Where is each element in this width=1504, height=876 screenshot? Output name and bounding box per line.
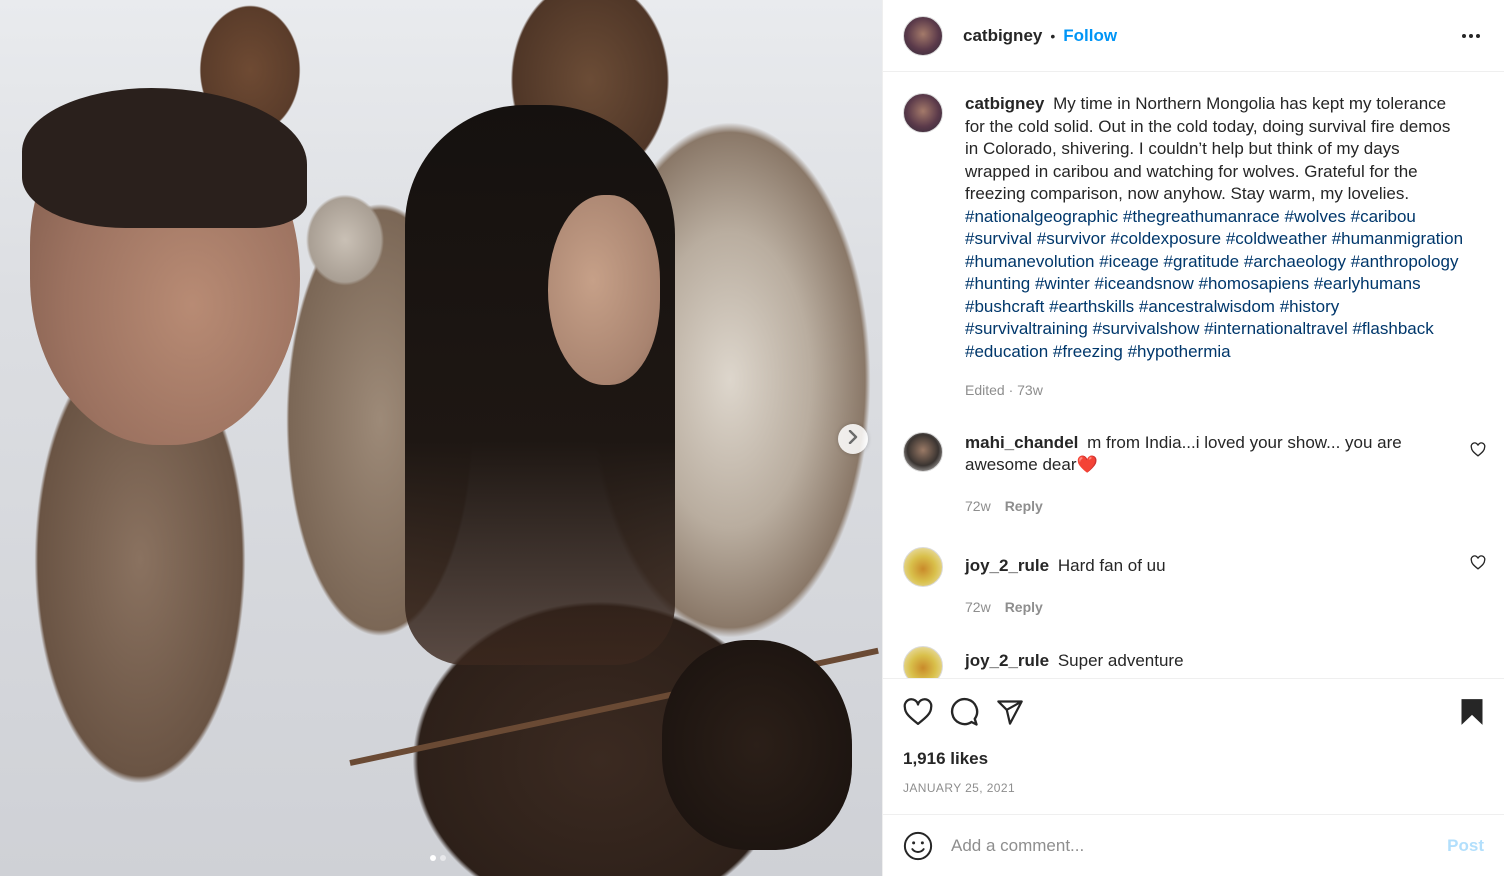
carousel-dot-active: [430, 855, 436, 861]
caption-meta: Edited · 73w: [965, 382, 1043, 398]
commenter-username[interactable]: joy_2_rule: [965, 556, 1049, 575]
hashtag-link[interactable]: #ancestralwisdom: [1139, 297, 1275, 316]
post-photo[interactable]: [0, 0, 882, 876]
comment-age: 72w: [965, 598, 991, 615]
comment-text: Hard fan of uu: [1053, 556, 1166, 575]
post-side-panel: catbigney • Follow catbigney My time in …: [882, 0, 1504, 876]
hashtag-link[interactable]: #archaeology: [1244, 252, 1346, 271]
carousel-dot: [440, 855, 446, 861]
hashtag-link[interactable]: #thegreathumanrace: [1123, 207, 1280, 226]
hashtag-link[interactable]: #survivalshow: [1093, 319, 1200, 338]
hashtag-link[interactable]: #anthropology: [1351, 252, 1459, 271]
photo-mitten: [662, 640, 852, 850]
more-icon: [1462, 33, 1466, 38]
hashtag-link[interactable]: #flashback: [1352, 319, 1433, 338]
author-avatar[interactable]: [903, 15, 943, 56]
commenter-username[interactable]: joy_2_rule: [965, 651, 1049, 670]
commenter-avatar[interactable]: [903, 431, 943, 472]
header-separator: •: [1050, 27, 1056, 44]
comment-text: Super adventure: [1053, 651, 1184, 670]
post-date[interactable]: JANUARY 25, 2021: [903, 781, 1484, 795]
comment-item: joy_2_rule Super adventure: [903, 646, 1484, 678]
commenter-avatar[interactable]: [903, 646, 943, 678]
hashtag-link[interactable]: #internationaltravel: [1204, 319, 1348, 338]
hashtag-link[interactable]: #education: [965, 342, 1048, 361]
hashtag-link[interactable]: #iceage: [1099, 252, 1159, 271]
post-header: catbigney • Follow: [883, 0, 1504, 72]
comment-composer: Post: [883, 814, 1504, 876]
follow-button[interactable]: Follow: [1063, 26, 1117, 46]
hashtag-link[interactable]: #hunting: [965, 274, 1030, 293]
comments-list[interactable]: catbigney My time in Northern Mongolia h…: [883, 73, 1504, 678]
hashtag-link[interactable]: #earthskills: [1049, 297, 1134, 316]
hashtag-link[interactable]: #humanmigration: [1332, 229, 1463, 248]
hashtag-link[interactable]: #coldexposure: [1111, 229, 1222, 248]
more-icon-dot: [1476, 33, 1480, 38]
comment-item: mahi_chandel m from India...i loved your…: [903, 431, 1486, 518]
reply-button[interactable]: Reply: [1005, 495, 1043, 518]
hashtag-link[interactable]: #homosapiens: [1199, 274, 1310, 293]
hashtag-link[interactable]: #nationalgeographic: [965, 207, 1118, 226]
heart-icon[interactable]: [903, 698, 933, 726]
comment-age: 72w: [965, 497, 991, 514]
emoji-icon[interactable]: [903, 831, 933, 861]
hashtag-link[interactable]: #coldweather: [1226, 229, 1327, 248]
carousel-next-button[interactable]: [838, 424, 868, 454]
hashtag-link[interactable]: #freezing: [1053, 342, 1123, 361]
caption-username[interactable]: catbigney: [965, 94, 1044, 113]
author-username[interactable]: catbigney: [963, 26, 1042, 46]
hashtag-link[interactable]: #humanevolution: [965, 252, 1094, 271]
chevron-right-icon: [847, 429, 859, 449]
commenter-username[interactable]: mahi_chandel: [965, 433, 1078, 452]
carousel-indicator: [430, 855, 446, 861]
like-comment-heart-icon[interactable]: [1470, 441, 1486, 462]
caption-avatar[interactable]: [903, 93, 943, 133]
caption: catbigney My time in Northern Mongolia h…: [903, 93, 1484, 402]
hashtag-link[interactable]: #survival: [965, 229, 1032, 248]
likes-count[interactable]: 1,916 likes: [903, 749, 1484, 769]
more-options-button[interactable]: [1458, 28, 1484, 44]
bookmark-icon[interactable]: [1460, 698, 1484, 726]
post-actions: 1,916 likes JANUARY 25, 2021: [883, 678, 1504, 814]
photo-woman-face: [548, 195, 660, 385]
hashtag-link[interactable]: #earlyhumans: [1314, 274, 1421, 293]
hashtag-link[interactable]: #winter: [1035, 274, 1090, 293]
commenter-avatar[interactable]: [903, 547, 943, 587]
hashtag-link[interactable]: #history: [1280, 297, 1340, 316]
reply-button[interactable]: Reply: [1005, 596, 1043, 619]
comment-input[interactable]: [951, 835, 1448, 856]
photo-person-woman: [405, 105, 675, 665]
hashtag-link[interactable]: #survivaltraining: [965, 319, 1088, 338]
hashtag-link[interactable]: #gratitude: [1164, 252, 1240, 271]
more-icon-dot: [1469, 33, 1473, 38]
comment-icon[interactable]: [949, 697, 979, 727]
comment-item: joy_2_rule Hard fan of uu 72w Reply: [903, 547, 1486, 619]
post-comment-button[interactable]: Post: [1447, 836, 1484, 856]
hashtag-link[interactable]: #bushcraft: [965, 297, 1044, 316]
hashtag-link[interactable]: #iceandsnow: [1095, 274, 1194, 293]
hashtag-link[interactable]: #hypothermia: [1128, 342, 1231, 361]
hashtag-link[interactable]: #caribou: [1351, 207, 1416, 226]
hashtag-link[interactable]: #survivor: [1037, 229, 1106, 248]
share-icon[interactable]: [995, 698, 1025, 726]
like-comment-heart-icon[interactable]: [1470, 555, 1486, 575]
hashtag-link[interactable]: #wolves: [1284, 207, 1345, 226]
hashtag-list: #nationalgeographic #thegreathumanrace #…: [965, 206, 1465, 364]
photo-man-hair: [22, 88, 307, 228]
